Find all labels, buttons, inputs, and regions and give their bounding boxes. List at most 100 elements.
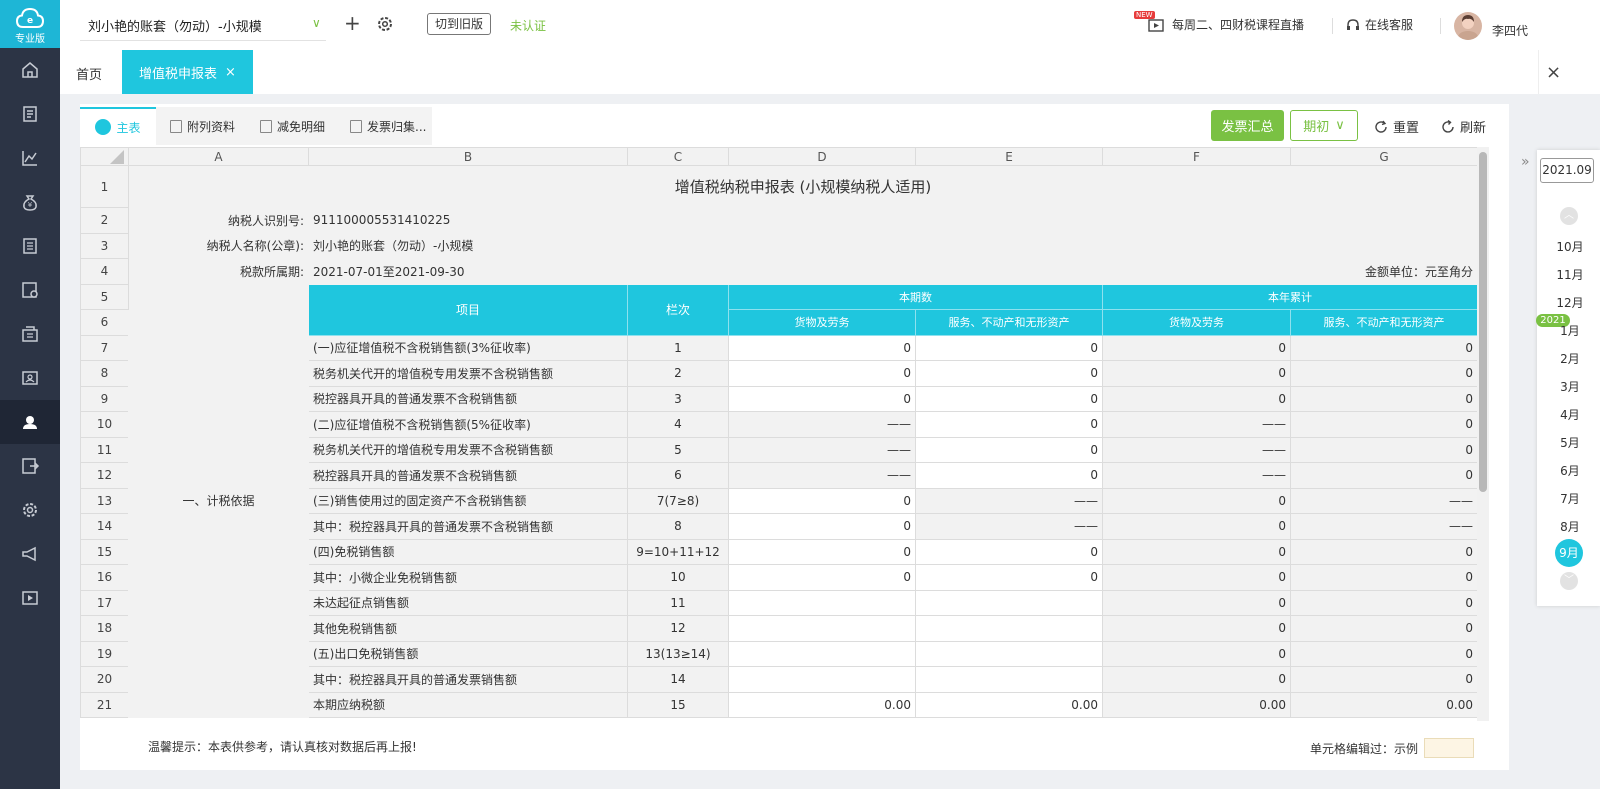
user-name[interactable]: 李四代 <box>1492 22 1528 39</box>
refresh-button[interactable]: 刷新 <box>1441 117 1486 136</box>
cell-services-current[interactable]: 0 <box>915 538 1103 565</box>
cell-services-current[interactable]: 0 <box>915 411 1103 438</box>
nav-marketing[interactable] <box>0 532 60 576</box>
cell-services-current[interactable] <box>915 615 1103 642</box>
cell-services-current[interactable]: 0.00 <box>915 691 1103 718</box>
vertical-scrollbar[interactable] <box>1477 147 1489 721</box>
column-header[interactable]: F <box>1102 147 1291 166</box>
row-header[interactable]: 9 <box>80 385 129 412</box>
cell-goods-current[interactable]: 0 <box>728 487 916 514</box>
tab-reduction-detail[interactable]: 减免明细 <box>260 107 325 145</box>
row-header[interactable]: 10 <box>80 411 129 438</box>
nav-invoices[interactable] <box>0 224 60 268</box>
cell-goods-current[interactable] <box>728 615 916 642</box>
period-dropdown[interactable]: 期初 ∨ <box>1290 110 1358 141</box>
month-item[interactable]: 4月 <box>1540 406 1600 423</box>
month-item[interactable]: 1月 <box>1540 322 1600 339</box>
row-header[interactable]: 6 <box>80 309 129 336</box>
cell-services-current[interactable]: 0 <box>915 334 1103 361</box>
cell-goods-current[interactable]: 0 <box>728 564 916 591</box>
scrollbar-thumb[interactable] <box>1479 152 1487 492</box>
account-selector[interactable]: 刘小艳的账套（勿动）-小规模 <box>88 16 262 35</box>
app-logo[interactable]: e 专业版 <box>0 0 60 48</box>
month-item[interactable]: 5月 <box>1540 434 1600 451</box>
column-header[interactable]: A <box>128 147 309 166</box>
cell-goods-current[interactable]: 0 <box>728 360 916 387</box>
nav-reports[interactable] <box>0 136 60 180</box>
month-item[interactable]: 8月 <box>1540 518 1600 535</box>
row-header[interactable]: 17 <box>80 589 129 616</box>
tab-invoice-collection[interactable]: 发票归集... <box>350 107 426 145</box>
live-course-link[interactable]: NEW 每周二、四财税课程直播 <box>1134 10 1304 33</box>
month-item[interactable]: 11月 <box>1540 266 1600 283</box>
row-header[interactable]: 15 <box>80 538 129 565</box>
cell-services-current[interactable] <box>915 589 1103 616</box>
row-header[interactable]: 18 <box>80 615 129 642</box>
chevron-down-icon[interactable]: ﹀ <box>1560 572 1578 590</box>
row-header[interactable]: 4 <box>80 258 129 285</box>
row-header[interactable]: 21 <box>80 691 129 718</box>
cell-services-current[interactable]: 0 <box>915 385 1103 412</box>
cell-services-current[interactable]: 0 <box>915 436 1103 463</box>
nav-funds[interactable]: ¥ <box>0 180 60 224</box>
online-service-link[interactable]: 在线客服 <box>1346 16 1413 33</box>
cell-services-current[interactable]: 0 <box>915 462 1103 489</box>
nav-audit[interactable] <box>0 268 60 312</box>
row-header[interactable]: 19 <box>80 640 129 667</box>
add-account-icon[interactable]: + <box>344 11 361 35</box>
gear-icon[interactable] <box>376 15 394 33</box>
cell-goods-current[interactable]: 0 <box>728 538 916 565</box>
invoice-summary-button[interactable]: 发票汇总 <box>1211 110 1284 141</box>
nav-tax[interactable] <box>0 400 60 444</box>
column-header[interactable]: G <box>1290 147 1477 166</box>
month-item[interactable]: 12月 <box>1540 294 1600 311</box>
cell-services-current[interactable]: 0 <box>915 564 1103 591</box>
cell-services-current[interactable] <box>915 666 1103 693</box>
row-header[interactable]: 8 <box>80 360 129 387</box>
nav-voucher[interactable] <box>0 92 60 136</box>
nav-export[interactable] <box>0 444 60 488</box>
nav-settings[interactable] <box>0 488 60 532</box>
cell-goods-current[interactable] <box>728 640 916 667</box>
chevron-up-icon[interactable]: ︿ <box>1560 207 1578 225</box>
cell-goods-current[interactable]: 0 <box>728 334 916 361</box>
row-header[interactable]: 13 <box>80 487 129 514</box>
cell-goods-current[interactable] <box>728 666 916 693</box>
month-item[interactable]: 3月 <box>1540 378 1600 395</box>
row-header[interactable]: 7 <box>80 334 129 361</box>
row-header[interactable]: 16 <box>80 564 129 591</box>
reset-button[interactable]: 重置 <box>1374 117 1419 136</box>
cell-goods-current[interactable]: 0 <box>728 513 916 540</box>
selected-month[interactable]: 9月 <box>1555 539 1583 567</box>
month-item[interactable]: 6月 <box>1540 462 1600 479</box>
cell-goods-current[interactable]: 0 <box>728 385 916 412</box>
cell-services-current[interactable]: 0 <box>915 360 1103 387</box>
tab-main-sheet[interactable]: 主表 <box>80 107 156 145</box>
row-header[interactable]: 1 <box>80 165 129 208</box>
close-all-icon[interactable]: × <box>1538 50 1568 94</box>
row-header[interactable]: 3 <box>80 232 129 259</box>
chevron-down-icon[interactable]: ∨ <box>312 16 321 30</box>
column-header[interactable]: B <box>308 147 628 166</box>
month-item[interactable]: 2月 <box>1540 350 1600 367</box>
month-item[interactable]: 7月 <box>1540 490 1600 507</box>
tab-vat-return[interactable]: 增值税申报表 × <box>122 50 253 94</box>
unverified-status[interactable]: 未认证 <box>510 17 546 34</box>
grid-corner[interactable] <box>80 147 129 166</box>
row-header[interactable]: 14 <box>80 513 129 540</box>
tab-attachments[interactable]: 附列资料 <box>170 107 235 145</box>
cell-goods-current[interactable] <box>728 589 916 616</box>
row-header[interactable]: 20 <box>80 666 129 693</box>
nav-assets[interactable] <box>0 312 60 356</box>
switch-old-version-button[interactable]: 切到旧版 <box>427 13 492 35</box>
cell-services-current[interactable] <box>915 640 1103 667</box>
row-header[interactable]: 2 <box>80 207 129 234</box>
column-header[interactable]: D <box>728 147 916 166</box>
cell-goods-current[interactable]: 0.00 <box>728 691 916 718</box>
row-header[interactable]: 12 <box>80 462 129 489</box>
nav-payroll[interactable] <box>0 356 60 400</box>
close-icon[interactable]: × <box>225 65 236 80</box>
column-header[interactable]: E <box>915 147 1103 166</box>
row-header[interactable]: 11 <box>80 436 129 463</box>
double-chevron-right-icon[interactable]: » <box>1521 154 1530 170</box>
